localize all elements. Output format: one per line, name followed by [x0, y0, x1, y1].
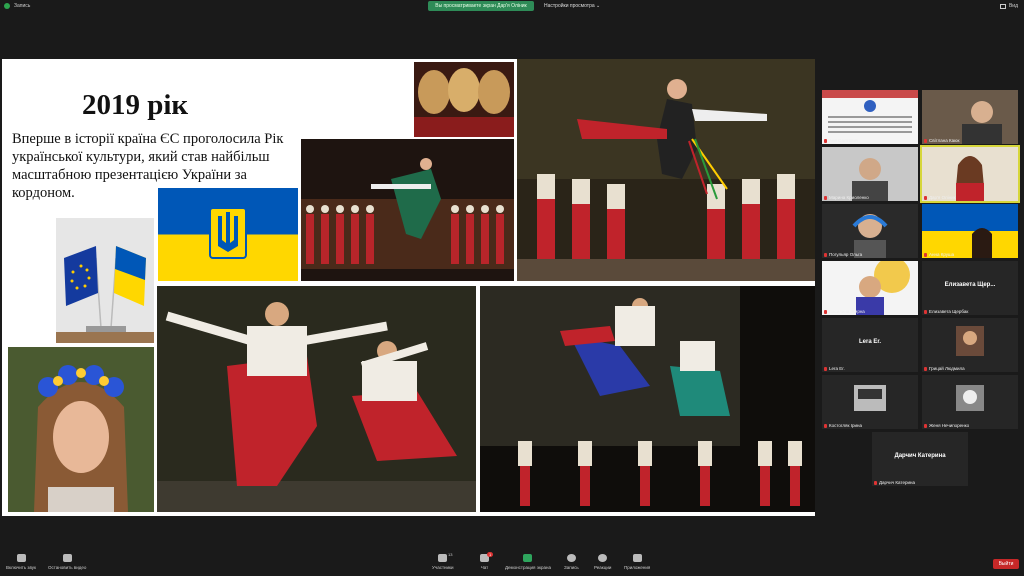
- participant-tile[interactable]: Грицай Людмила: [922, 318, 1018, 372]
- chat-label: Чат: [480, 565, 489, 570]
- view-mode-button[interactable]: Вид: [999, 3, 1018, 9]
- participant-tile[interactable]: Світлана Каюк: [922, 90, 1018, 144]
- participant-name: Аня Салтович: [829, 138, 859, 143]
- dancers-hats-photo: [414, 62, 514, 137]
- mic-muted-icon: [924, 252, 927, 257]
- view-options-button[interactable]: Настройки просмотра ⌄: [544, 1, 600, 11]
- mic-muted-icon: [824, 423, 827, 428]
- participant-name: Женя Нечипоренко: [929, 423, 970, 428]
- participant-tile[interactable]: Василина Жирна: [822, 261, 918, 315]
- participant-tile[interactable]: Елизавета Щер... Елизавета Щербак: [922, 261, 1018, 315]
- view-mode-label: Вид: [1008, 3, 1018, 9]
- participant-tile[interactable]: Дарчич Катерина Дарчич Катерина: [872, 432, 968, 486]
- apps-button[interactable]: Приложения: [624, 554, 650, 570]
- participant-name: Погульяр Ольга: [829, 252, 863, 257]
- mic-muted-icon: [824, 138, 827, 143]
- mic-muted-icon: [824, 366, 827, 371]
- apps-icon: [632, 554, 642, 562]
- reactions-button[interactable]: Реакции: [594, 554, 611, 570]
- participant-gallery: Аня Салтович Світлана Каюк Марина Криоле…: [822, 90, 1022, 490]
- participant-name: Дарчич Катерина: [879, 480, 915, 485]
- share-banner: Вы просматриваете экран Дар'я Оліник: [428, 1, 534, 11]
- mic-muted-icon: [824, 252, 827, 257]
- meeting-toolbar: Включить звук Остановить видео 13 Участн…: [0, 550, 1024, 576]
- mic-muted-icon: [924, 309, 927, 314]
- participant-name: Елизавета Щербак: [929, 309, 969, 314]
- top-bar: Запись Вы просматриваете экран Дар'я Олі…: [0, 0, 1024, 14]
- eu-ukraine-flags-photo: [56, 218, 154, 343]
- shared-screen-slide: 2019 рік Вперше в історії країна ЄС прог…: [2, 59, 815, 516]
- mic-muted-icon: [924, 423, 927, 428]
- participant-tile[interactable]: Погульяр Ольга: [822, 204, 918, 258]
- participant-name: Світлана Каюк: [929, 138, 960, 143]
- ukraine-flag-image: [158, 188, 298, 281]
- participant-display-name: Елизавета Щер...: [944, 282, 996, 288]
- smiley-icon: [598, 554, 608, 562]
- record-button[interactable]: Запись: [564, 554, 579, 570]
- participant-tile[interactable]: Марина Криоленко: [822, 147, 918, 201]
- grid-icon: [999, 3, 1006, 9]
- participants-label: Участники: [432, 565, 454, 570]
- mic-muted-icon: [874, 480, 877, 485]
- participants-button[interactable]: 13 Участники: [432, 552, 454, 570]
- participant-tile-active-speaker[interactable]: Дар'я Оліник: [920, 145, 1020, 203]
- participant-display-name: Дарчич Катерина: [894, 453, 946, 459]
- reactions-label: Реакции: [594, 565, 612, 570]
- recording-indicator[interactable]: Запись: [4, 3, 30, 9]
- participant-tile[interactable]: Анна Круша: [922, 204, 1018, 258]
- mic-muted-icon: [924, 366, 927, 371]
- stop-video-button[interactable]: Остановить видео: [48, 554, 86, 570]
- record-icon: [566, 554, 576, 562]
- mic-muted-icon: [824, 309, 827, 314]
- girl-flower-wreath-photo: [8, 347, 154, 512]
- chat-button[interactable]: 1 Чат: [480, 552, 494, 570]
- participant-tile[interactable]: Женя Нечипоренко: [922, 375, 1018, 429]
- unmute-button[interactable]: Включить звук: [6, 554, 36, 570]
- recording-label: Запись: [14, 3, 31, 9]
- dance-group-jump-photo: [480, 286, 815, 512]
- participant-display-name: Lera Er.: [858, 339, 881, 345]
- participant-tile[interactable]: Аня Салтович: [822, 90, 918, 144]
- chat-badge: 1: [487, 552, 494, 557]
- participant-name: Lera Er.: [829, 366, 845, 371]
- unmute-label: Включить звук: [6, 565, 37, 570]
- participant-tile[interactable]: Костогляк Ірина: [822, 375, 918, 429]
- apps-label: Приложения: [624, 565, 651, 570]
- share-screen-icon: [523, 554, 533, 562]
- mic-muted-icon: [924, 138, 927, 143]
- participant-name: Костогляк Ірина: [829, 423, 862, 428]
- share-screen-button[interactable]: Демонстрация экрана: [505, 554, 551, 570]
- participants-count: 13: [448, 552, 453, 557]
- participant-name: Дар'я Оліник: [929, 195, 956, 200]
- share-screen-label: Демонстрация экрана: [505, 565, 551, 570]
- participant-name: Марина Криоленко: [829, 195, 869, 200]
- jumping-dancer-photo: [517, 59, 815, 281]
- mic-muted-icon: [824, 195, 827, 200]
- mic-icon: [924, 195, 927, 200]
- stop-video-label: Остановить видео: [48, 565, 87, 570]
- slide-title: 2019 рік: [82, 89, 189, 121]
- male-dancers-photo: [157, 286, 476, 512]
- participant-name: Грицай Людмила: [929, 366, 965, 371]
- participant-tile[interactable]: Lera Er. Lera Er.: [822, 318, 918, 372]
- participant-name: Анна Круша: [929, 252, 955, 257]
- video-camera-icon: [62, 554, 72, 562]
- exit-meeting-button[interactable]: Выйти: [993, 559, 1019, 569]
- dancers-stage-photo: [301, 139, 514, 281]
- recording-icon: [4, 3, 10, 9]
- record-label: Запись: [564, 565, 579, 570]
- participant-name: Василина Жирна: [829, 309, 865, 314]
- microphone-icon: [16, 554, 26, 562]
